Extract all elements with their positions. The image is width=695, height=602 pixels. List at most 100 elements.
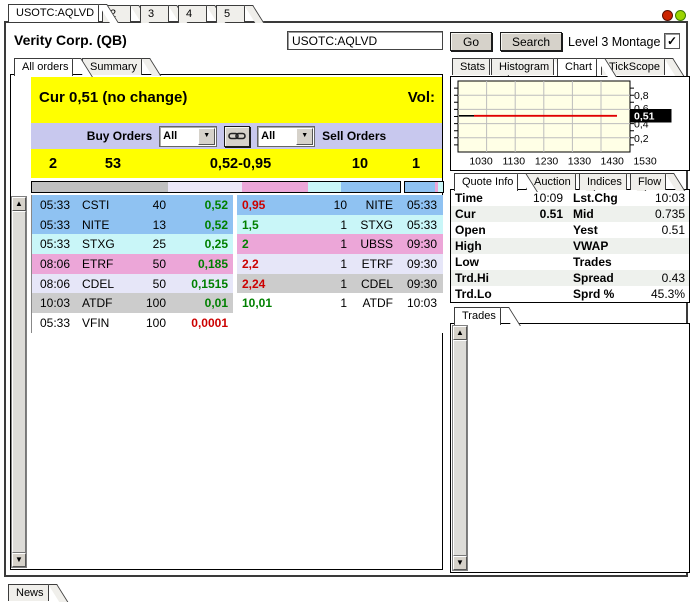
tab-label: Chart [565, 61, 592, 73]
bid-row[interactable]: 05:33 CSTI 40 0,52 [32, 195, 233, 215]
bid-time: 08:06 [40, 276, 71, 291]
tab-summary[interactable]: Summary [82, 58, 143, 75]
sell-filter-dropdown[interactable]: All ▼ [257, 125, 316, 147]
ask-size: 1 [340, 276, 347, 291]
quote-row: Time 10:09 Lst.Chg 10:03 [451, 190, 689, 206]
ask-row[interactable]: 2 1 UBSS 09:30 [237, 234, 443, 255]
ask-row[interactable]: 2,24 1 CDEL 09:30 [237, 273, 443, 294]
chain-link-icon [228, 132, 246, 140]
page-title: Verity Corp. (QB) [14, 32, 127, 48]
ask-time: 09:30 [406, 256, 437, 271]
window-tab-5[interactable]: 5 [216, 5, 245, 22]
quote-label: Low [455, 255, 479, 269]
tab-flow[interactable]: Flow [630, 173, 667, 190]
window-tab-symbol[interactable]: USOTC:AQLVD [8, 4, 100, 22]
tab-news[interactable]: News [8, 584, 49, 601]
chevron-down-icon[interactable]: ▼ [296, 127, 314, 145]
quote-label: Cur [455, 207, 476, 221]
quote-value: 0.51 [539, 207, 563, 221]
ask-row[interactable]: 10,01 1 ATDF 10:03 [237, 293, 443, 314]
ask-price: 2 [242, 237, 249, 252]
trades-scrollbar[interactable]: ▲ ▼ [452, 325, 468, 571]
window-tab-4[interactable]: 4 [178, 5, 207, 22]
quote-label: High [455, 239, 482, 253]
chevron-down-icon[interactable]: ▼ [198, 127, 216, 145]
tab-stats[interactable]: Stats [452, 58, 491, 75]
x-tick: 1530 [633, 156, 657, 168]
bid-price: 0,25 [204, 237, 228, 252]
ask-row[interactable]: 2,2 1 ETRF 09:30 [237, 254, 443, 274]
bid-time: 05:33 [40, 197, 71, 212]
tab-histogram[interactable]: Histogram [491, 58, 555, 75]
bid-time: 05:33 [40, 315, 71, 330]
buy-size-total: 53 [104, 155, 122, 172]
tab-chart[interactable]: Chart [557, 58, 597, 76]
tab-label: Auction [534, 176, 571, 188]
bid-row[interactable]: 08:06 ETRF 50 0,185 [32, 254, 233, 274]
current-price-marker: 0,51 [634, 111, 655, 123]
price-chart: 0,8 0,6 0,4 0,2 0,51 1030 1130 1230 1330… [450, 76, 690, 171]
link-filters-button[interactable] [224, 125, 251, 147]
bid-row[interactable]: 08:06 CDEL 50 0,1515 [32, 273, 233, 294]
bid-size: 100 [145, 315, 166, 330]
quote-value: 0.735 [654, 207, 685, 221]
level3-montage-checkbox[interactable]: ✓ [664, 33, 680, 49]
quote-value: 0.51 [661, 223, 685, 237]
quote-label: Trades [573, 255, 612, 269]
depth-seg-gray [32, 182, 169, 192]
bid-row[interactable]: 05:33 STXG 25 0,25 [32, 234, 233, 255]
ask-row[interactable]: 1,5 1 STXG 05:33 [237, 214, 443, 235]
ask-mm: ATDF [362, 296, 393, 311]
status-dot-red-icon [662, 10, 673, 21]
bid-mm: ETRF [82, 256, 114, 271]
depth-distribution [31, 181, 444, 193]
ask-price: 1,5 [242, 217, 259, 232]
x-tick: 1030 [469, 156, 493, 168]
tab-indices[interactable]: Indices [579, 173, 627, 190]
quote-label: VWAP [573, 239, 609, 253]
ask-row[interactable]: 0,95 10 NITE 05:33 [237, 195, 443, 215]
tab-trades[interactable]: Trades [454, 307, 501, 325]
scroll-down-icon[interactable]: ▼ [12, 553, 26, 567]
bid-size: 50 [152, 256, 166, 271]
bid-row[interactable]: 05:33 VFIN 100 0,0001 [32, 313, 233, 333]
scrollbar-thumb[interactable] [12, 211, 26, 553]
depth-seg-blue [405, 182, 436, 192]
bid-price: 0,52 [204, 217, 228, 232]
depth-seg-pink [241, 182, 308, 192]
quote-label: Spread [573, 271, 614, 285]
x-tick: 1430 [601, 156, 625, 168]
ask-size: 1 [340, 217, 347, 232]
tab-label: Summary [90, 61, 138, 73]
buy-filter-dropdown[interactable]: All ▼ [159, 125, 218, 147]
scroll-up-icon[interactable]: ▲ [453, 326, 467, 340]
sell-filter-value: All [261, 130, 276, 142]
bid-mm: VFIN [82, 315, 110, 330]
quote-header: Cur 0,51 (no change) Vol: [31, 77, 442, 123]
scroll-up-icon[interactable]: ▲ [12, 197, 26, 211]
window-tab-label: 3 [148, 8, 155, 20]
ask-price: 0,95 [242, 197, 266, 212]
ask-time: 05:33 [406, 217, 437, 232]
symbol-input[interactable] [287, 31, 443, 50]
quote-row: Low Trades [451, 254, 689, 270]
window-tab-3[interactable]: 3 [140, 5, 169, 22]
ask-mm: ETRF [361, 256, 393, 271]
tab-all-orders[interactable]: All orders [14, 58, 74, 76]
scrollbar-thumb[interactable] [453, 340, 467, 556]
tab-quote-info[interactable]: Quote Info [454, 173, 519, 191]
scroll-down-icon[interactable]: ▼ [453, 556, 467, 570]
bid-size: 13 [152, 217, 166, 232]
go-button[interactable]: Go [450, 32, 492, 51]
tab-label: News [16, 587, 44, 599]
y-tick: 0,8 [634, 90, 649, 102]
search-button[interactable]: Search [500, 32, 562, 51]
ask-time: 09:30 [406, 237, 437, 252]
ask-row-empty [237, 313, 443, 333]
book-scrollbar[interactable]: ▲ ▼ [11, 196, 27, 568]
bid-row[interactable]: 05:33 NITE 13 0,52 [32, 214, 233, 235]
quote-row: Trd.Hi Spread 0.43 [451, 270, 689, 286]
bid-row[interactable]: 10:03 ATDF 100 0,01 [32, 293, 233, 314]
bid-price: 0,52 [204, 197, 228, 212]
depth-seg-cyan [307, 182, 342, 192]
